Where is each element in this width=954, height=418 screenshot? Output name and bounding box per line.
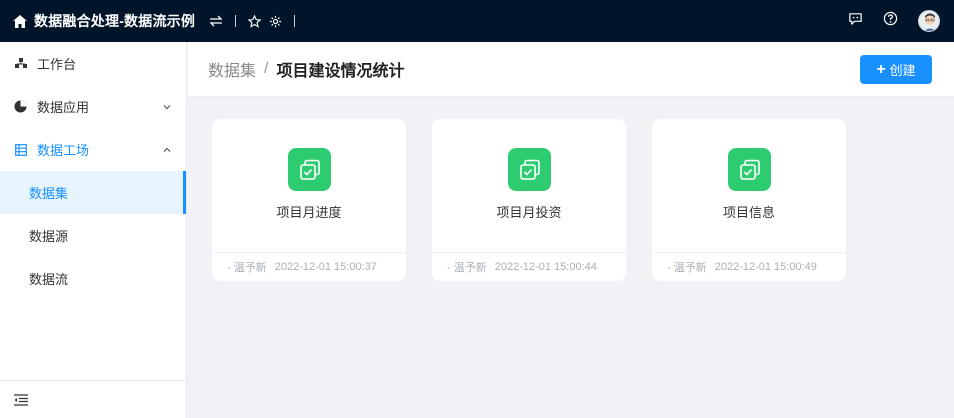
plus-icon: +: [876, 60, 886, 78]
dataset-card[interactable]: 项目信息 - 温予新 2022-12-01 15:00:49: [652, 119, 846, 281]
home-icon[interactable]: [12, 13, 28, 29]
workbench-icon: [14, 57, 27, 70]
breadcrumb-parent[interactable]: 数据集: [208, 57, 256, 81]
create-button[interactable]: + 创建: [860, 55, 932, 84]
card-timestamp: 2022-12-01 15:00:37: [274, 261, 377, 273]
sidebar-item-label: 数据工场: [37, 143, 90, 158]
card-footer: - 温予新 2022-12-01 15:00:44: [432, 252, 626, 281]
swap-icon[interactable]: [209, 15, 223, 27]
menu-fold-icon: [14, 393, 28, 406]
divider: [235, 15, 237, 27]
sidebar-item-workbench[interactable]: 工作台: [0, 42, 186, 85]
chevron-down-icon: [163, 104, 171, 109]
avatar[interactable]: [918, 10, 940, 32]
page-title: 项目建设情况统计: [276, 63, 405, 80]
sidebar-subitem-dataset[interactable]: 数据集: [0, 171, 186, 214]
create-button-label: 创建: [889, 63, 916, 78]
card-footer: - 温予新 2022-12-01 15:00:49: [652, 252, 846, 281]
card-timestamp: 2022-12-01 15:00:49: [714, 261, 817, 273]
list-icon: [14, 143, 27, 156]
card-title: 项目月投资: [496, 205, 562, 220]
star-icon[interactable]: [248, 14, 262, 28]
dataset-icon: [728, 148, 771, 191]
dataset-card[interactable]: 项目月进度 - 温予新 2022-12-01 15:00:37: [212, 119, 406, 281]
sidebar-subitem-dataflow[interactable]: 数据流: [0, 257, 186, 300]
sidebar: 工作台 数据应用 数据工场 数据集 数据源 数据流: [0, 42, 187, 418]
sidebar-item-label: 数据应用: [37, 100, 90, 115]
top-navbar: 数据融合处理-数据流示例: [0, 0, 954, 42]
breadcrumb: 数据集 / 项目建设情况统计: [208, 57, 404, 81]
dataset-icon: [508, 148, 551, 191]
card-timestamp: 2022-12-01 15:00:44: [494, 261, 597, 273]
app-title: 数据融合处理-数据流示例: [34, 13, 196, 29]
dataset-icon: [288, 148, 331, 191]
dataset-card[interactable]: 项目月投资 - 温予新 2022-12-01 15:00:44: [432, 119, 626, 281]
sidebar-item-data-factory[interactable]: 数据工场: [0, 128, 186, 171]
sidebar-item-label: 工作台: [37, 57, 77, 72]
help-icon[interactable]: [883, 11, 898, 31]
pie-chart-icon: [14, 100, 27, 113]
chat-icon[interactable]: [848, 11, 863, 31]
breadcrumb-separator: /: [264, 60, 269, 77]
card-title: 项目月进度: [276, 205, 342, 220]
sidebar-subitem-label: 数据源: [29, 229, 69, 244]
card-author: - 温予新: [447, 262, 487, 274]
sidebar-subitem-datasource[interactable]: 数据源: [0, 214, 186, 257]
sidebar-subitem-label: 数据集: [29, 186, 69, 201]
card-author: - 温予新: [227, 262, 267, 274]
page-header: 数据集 / 项目建设情况统计 + 创建: [188, 42, 954, 97]
sidebar-item-data-apps[interactable]: 数据应用: [0, 85, 186, 128]
card-author: - 温予新: [667, 262, 707, 274]
card-title: 项目信息: [722, 205, 775, 220]
chevron-up-icon: [163, 147, 171, 152]
sidebar-subitem-label: 数据流: [29, 272, 69, 287]
divider: [294, 15, 296, 27]
gear-icon[interactable]: [269, 15, 282, 28]
collapse-sidebar-button[interactable]: [0, 380, 186, 418]
card-footer: - 温予新 2022-12-01 15:00:37: [212, 252, 406, 281]
